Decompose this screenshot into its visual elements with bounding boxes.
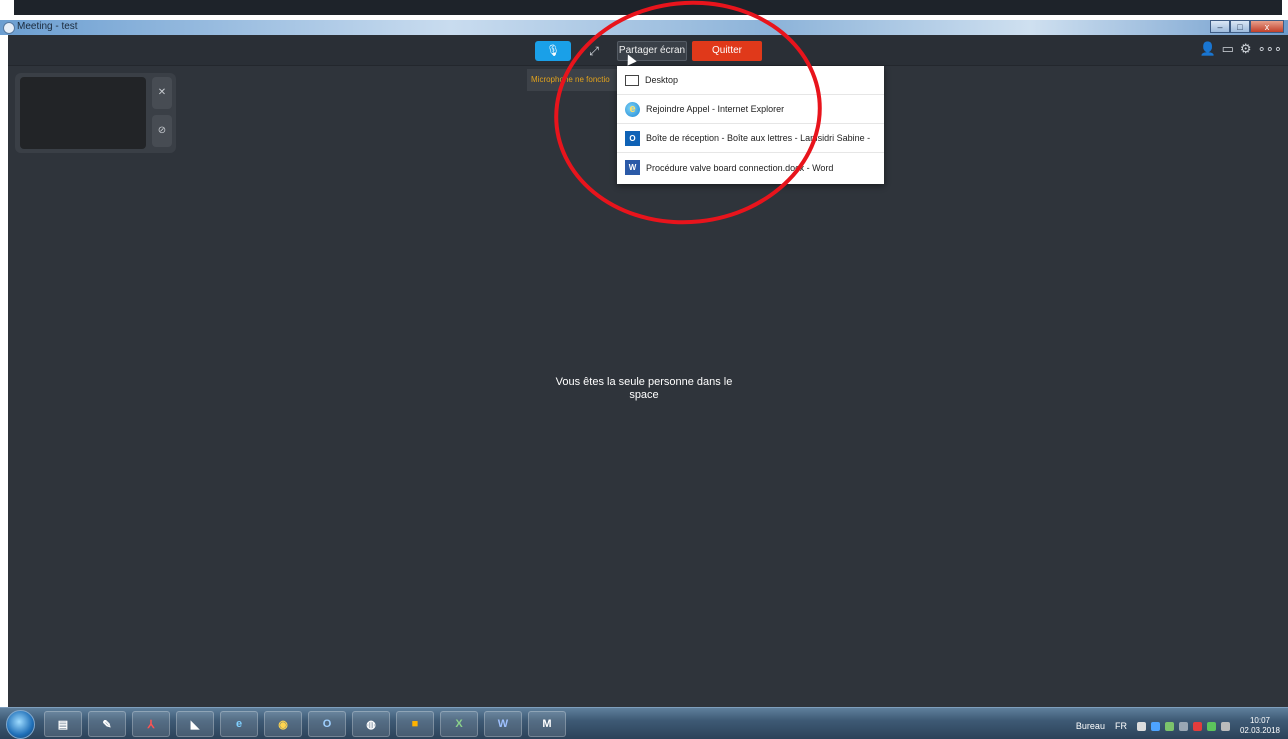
share-option-label: Desktop	[645, 75, 679, 85]
window-title: Meeting - test	[17, 21, 78, 32]
internet-explorer-icon[interactable]: e	[220, 711, 258, 737]
onenote-icon[interactable]: ◣	[176, 711, 214, 737]
meeting-icon[interactable]: M	[528, 711, 566, 737]
window-titlebar[interactable]: Meeting - test – □ x	[0, 20, 1288, 35]
tray-status-icon[interactable]	[1136, 721, 1146, 731]
share-option-outlook[interactable]: O Boîte de réception - Boîte aux lettres…	[617, 124, 884, 153]
share-screen-menu: Desktop e Rejoindre Appel - Internet Exp…	[617, 66, 884, 184]
share-option-label: Procédure valve board connection.docx - …	[646, 162, 834, 173]
tray-volume-icon[interactable]	[1220, 721, 1230, 731]
alone-message: Vous êtes la seule personne dans le spac…	[555, 376, 733, 401]
word-icon[interactable]: W	[484, 711, 522, 737]
microphone-button[interactable]: 🎙	[535, 41, 571, 61]
close-icon: ✕	[157, 87, 167, 98]
maximize-button[interactable]: □	[1230, 20, 1250, 33]
windows-taskbar: ▤ ✎ ⅄ ◣ e ◉ O ◍ ■ X W M Bureau FR 10:07 …	[0, 707, 1288, 739]
expand-button[interactable]: ⤢	[579, 41, 609, 61]
explorer-icon[interactable]: ▤	[44, 711, 82, 737]
desktop-icon	[625, 74, 639, 86]
tray-alert-icon[interactable]	[1192, 721, 1202, 731]
participants-icon[interactable]: 👤	[1199, 41, 1215, 57]
video-off-button[interactable]: ⊘	[152, 115, 172, 147]
top-strip-inner	[14, 0, 1282, 15]
word-icon: W	[625, 160, 640, 175]
tray-outlook-icon[interactable]	[1150, 721, 1160, 731]
internet-explorer-icon: e	[625, 101, 640, 117]
top-strip	[0, 0, 1288, 20]
tray-device-icon[interactable]	[1178, 721, 1188, 731]
share-option-internet-explorer[interactable]: e Rejoindre Appel - Internet Explorer	[617, 95, 884, 124]
outlook-icon[interactable]: O	[308, 711, 346, 737]
clock-date: 02.03.2018	[1239, 726, 1280, 735]
meeting-toolbar: 🎙 ⤢ Partager écran Quitter 👤 ▭ ⚙ ∘∘∘	[8, 35, 1288, 66]
share-option-desktop[interactable]: Desktop	[617, 66, 884, 95]
close-window-button[interactable]: x	[1250, 20, 1284, 33]
share-option-word[interactable]: W Procédure valve board connection.docx …	[617, 153, 884, 182]
language-indicator[interactable]: FR	[1115, 721, 1127, 731]
window-controls: – □ x	[1210, 20, 1284, 34]
taskbar-apps: ▤ ✎ ⅄ ◣ e ◉ O ◍ ■ X W M	[44, 711, 566, 737]
clock-time: 10:07	[1249, 716, 1270, 725]
start-button[interactable]	[6, 710, 35, 739]
microphone-warning: Microphone ne fonctio	[527, 69, 617, 91]
settings-icon[interactable]: ⚙	[1240, 41, 1252, 57]
paint-icon[interactable]: ✎	[88, 711, 126, 737]
globe-icon[interactable]: ◍	[352, 711, 390, 737]
more-icon[interactable]: ∘∘∘	[1258, 41, 1282, 57]
media-icon[interactable]: ■	[396, 711, 434, 737]
video-off-icon: ⊘	[157, 125, 167, 136]
tray-icons	[1136, 721, 1230, 731]
tray-network-icon[interactable]	[1164, 721, 1174, 731]
close-preview-button[interactable]: ✕	[152, 77, 172, 109]
share-option-label: Rejoindre Appel - Internet Explorer	[646, 104, 785, 114]
meeting-app: 🎙 ⤢ Partager écran Quitter 👤 ▭ ⚙ ∘∘∘ Mic…	[0, 35, 1288, 707]
microphone-icon: 🎙	[546, 45, 560, 57]
toolbar-right-icons: 👤 ▭ ⚙ ∘∘∘	[1199, 41, 1282, 57]
clock[interactable]: 10:07 02.03.2018	[1240, 716, 1280, 736]
app-icon	[3, 22, 15, 34]
self-video-preview: ✕ ⊘	[15, 73, 176, 153]
excel-icon[interactable]: X	[440, 711, 478, 737]
expand-icon: ⤢	[589, 44, 599, 58]
pdf-icon[interactable]: ⅄	[132, 711, 170, 737]
outlook-icon: O	[625, 130, 640, 146]
minimize-button[interactable]: –	[1210, 20, 1230, 33]
chrome-icon[interactable]: ◉	[264, 711, 302, 737]
tray-label[interactable]: Bureau	[1076, 721, 1105, 731]
screen-icon[interactable]: ▭	[1222, 41, 1234, 57]
self-video-screen	[20, 77, 146, 149]
left-edge	[0, 35, 8, 707]
share-option-label: Boîte de réception - Boîte aux lettres -…	[646, 133, 871, 143]
quit-button[interactable]: Quitter	[692, 41, 762, 61]
tray-sync-icon[interactable]	[1206, 721, 1216, 731]
system-tray: Bureau FR 10:07 02.03.2018	[1076, 716, 1280, 736]
